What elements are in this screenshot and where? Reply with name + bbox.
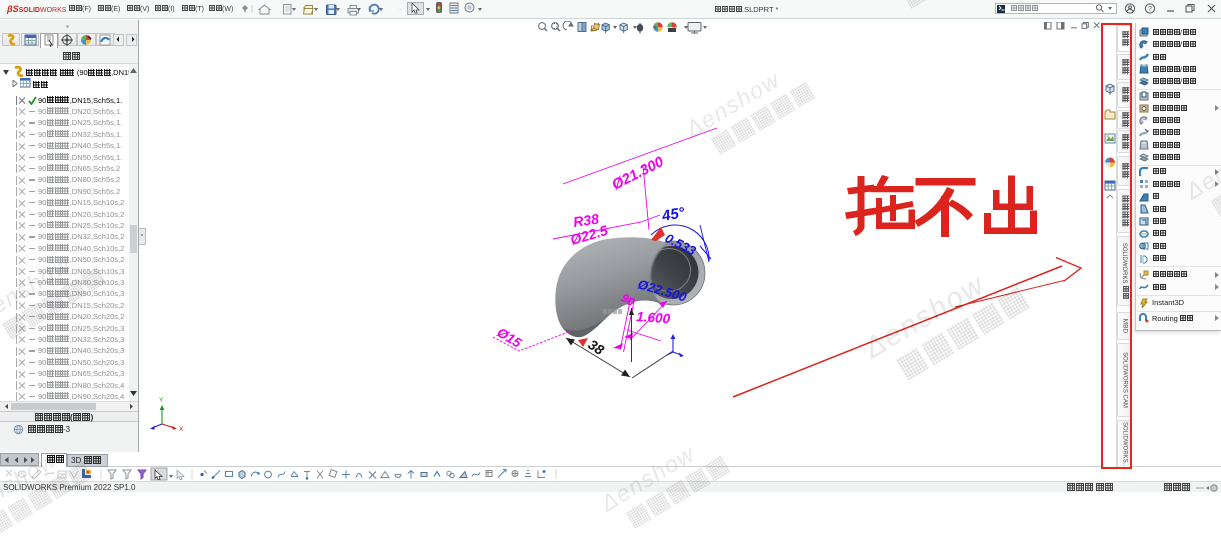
svg-text:38: 38 — [585, 336, 607, 358]
svg-text:Ø21.300: Ø21.300 — [610, 154, 667, 194]
svg-text:Y: Y — [159, 397, 164, 404]
svg-text:X: X — [179, 426, 184, 433]
svg-text:45°: 45° — [660, 204, 687, 225]
svg-text:Ø15: Ø15 — [494, 325, 524, 351]
svg-text:1.600: 1.600 — [636, 309, 671, 326]
